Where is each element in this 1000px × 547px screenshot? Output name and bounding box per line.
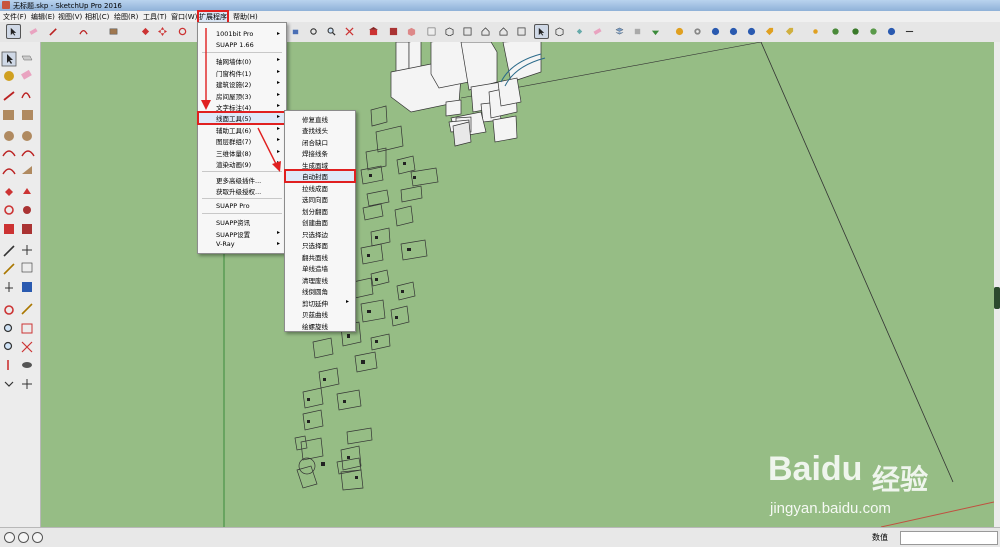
top-icon (463, 27, 472, 36)
plugin-plant3-button[interactable] (866, 24, 881, 39)
paint-icon (576, 28, 583, 35)
plugin-plant-button[interactable] (828, 24, 843, 39)
iso-icon (445, 27, 454, 36)
status-bar: 数值 (0, 527, 1000, 547)
submenu-arrow-icon: ▸ (277, 229, 281, 236)
ground-edge-right (760, 42, 954, 483)
plugin-tag2-button[interactable] (782, 24, 797, 39)
select-icon (538, 27, 545, 36)
plugin-r-icon (729, 27, 738, 36)
plugin-info-button[interactable] (884, 24, 899, 39)
measurements-input[interactable] (900, 531, 998, 545)
menu-divider (202, 213, 282, 214)
info-icon (887, 27, 896, 36)
make-component-button[interactable] (552, 24, 567, 39)
submenu-item-coplanar-lines[interactable]: 翻共面线 (302, 252, 328, 262)
house-icon (481, 27, 490, 36)
select-tool-button-2[interactable] (534, 24, 549, 39)
plugin-r-button[interactable] (726, 24, 741, 39)
submenu-item-divide-flip[interactable]: 划分翻面 (302, 206, 328, 216)
submenu-item-clean-lines[interactable]: 清理废线 (302, 275, 328, 285)
credits-icon[interactable] (18, 532, 29, 543)
top-view-button[interactable] (460, 24, 475, 39)
submenu-item-fillet[interactable]: 线倒圆角 (302, 286, 328, 296)
user-icon[interactable] (32, 532, 43, 543)
plugin-arrow-button[interactable] (902, 24, 917, 39)
arrow-icon (905, 30, 914, 33)
plugin-gear-button[interactable] (690, 24, 705, 39)
tag-icon (785, 27, 794, 36)
sun-icon (813, 29, 818, 34)
menu-item-suapp-pro[interactable]: SUAPP Pro (216, 202, 250, 210)
eraser-tool-button-2[interactable] (590, 24, 605, 39)
front-view-button[interactable] (478, 24, 493, 39)
submenu-item-line-to-wall[interactable]: 单线造墙 (302, 263, 328, 273)
watermark-sub: 经验 (872, 464, 929, 495)
red-axis (880, 501, 994, 527)
building-small (452, 121, 472, 147)
layers-button[interactable] (612, 24, 627, 39)
right-view-icon (499, 27, 508, 36)
annotation-arrows (201, 28, 281, 172)
submenu-item-spiral[interactable]: 绘螺旋线 (302, 321, 328, 331)
tray-tab[interactable] (994, 287, 1000, 309)
watermark-brand: Baidu (768, 450, 863, 488)
eraser-icon (593, 28, 602, 35)
plant-icon (852, 28, 859, 35)
plugin-m-icon (675, 27, 684, 36)
plugin-sun-button[interactable] (808, 24, 823, 39)
plugin-rt-button[interactable] (744, 24, 759, 39)
plugin-blue-button[interactable] (708, 24, 723, 39)
submenu-item-trim-extend[interactable]: 剪切延伸 (302, 298, 328, 308)
submenu-item-select-edges[interactable]: 只选择边 (302, 229, 328, 239)
materials-icon (427, 27, 436, 36)
menu-item-vray[interactable]: V-Ray (216, 240, 235, 248)
plugin-blue-icon (711, 27, 720, 36)
plugin-tag-button[interactable] (762, 24, 777, 39)
submenu-item-select-faces[interactable]: 只选择面 (302, 240, 328, 250)
submenu-arrow-icon: ▸ (277, 240, 281, 247)
submenu-item-bezier[interactable]: 贝兹曲线 (302, 309, 328, 319)
back-view-icon (517, 27, 526, 36)
layers-icon (615, 27, 624, 35)
shadows-button[interactable] (630, 24, 645, 39)
materials-button[interactable] (424, 24, 439, 39)
components-button[interactable] (404, 24, 419, 39)
menu-item-suapp-settings[interactable]: SUAPP设置 (216, 229, 250, 239)
menu-item-suapp-news[interactable]: SUAPP资讯 (216, 217, 250, 227)
component-icon (407, 27, 416, 36)
plugin-rt-icon (747, 27, 756, 36)
plant-icon (832, 28, 839, 35)
watermark-url: jingyan.baidu.com (770, 500, 891, 517)
measurements-label: 数值 (872, 533, 888, 542)
plugin-m-button[interactable] (672, 24, 687, 39)
tag-icon (765, 27, 774, 36)
gear-icon (694, 28, 701, 35)
shadow-icon (634, 28, 641, 35)
geo-location-icon[interactable] (4, 532, 15, 543)
component-icon (555, 27, 564, 36)
back-view-button[interactable] (514, 24, 529, 39)
arrow-down-button[interactable] (648, 24, 663, 39)
paint-bucket-button[interactable] (572, 24, 587, 39)
submenu-arrow-icon: ▸ (346, 298, 350, 305)
arrow-down-icon (651, 30, 660, 36)
plugin-plant2-button[interactable] (848, 24, 863, 39)
iso-view-button[interactable] (442, 24, 457, 39)
plant-icon (870, 28, 877, 35)
right-view-button[interactable] (496, 24, 511, 39)
submenu-item-create-surface[interactable]: 创建曲面 (302, 217, 328, 227)
